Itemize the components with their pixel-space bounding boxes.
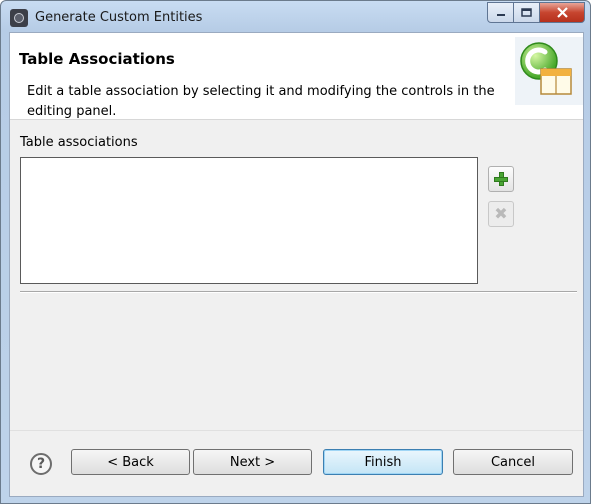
- remove-icon: ✖: [494, 204, 508, 223]
- table-associations-list[interactable]: [20, 157, 478, 284]
- page-description: Edit a table association by selecting it…: [27, 84, 495, 119]
- help-icon[interactable]: ?: [30, 453, 52, 475]
- cancel-button[interactable]: Cancel: [453, 449, 573, 475]
- add-icon: [494, 172, 508, 186]
- separator: [20, 291, 577, 293]
- next-button[interactable]: Next >: [193, 449, 312, 475]
- dialog-body: Table Associations Edit a table associat…: [9, 32, 584, 497]
- minimize-button[interactable]: [487, 2, 514, 23]
- minimize-icon: [496, 13, 505, 16]
- wizard-header: Table Associations Edit a table associat…: [10, 33, 583, 120]
- close-icon: [556, 7, 568, 18]
- title-bar[interactable]: Generate Custom Entities: [1, 1, 590, 35]
- finish-button[interactable]: Finish: [323, 449, 443, 475]
- footer-separator: [10, 430, 583, 431]
- remove-association-button[interactable]: ✖: [488, 201, 514, 227]
- caption-buttons: [487, 2, 585, 23]
- maximize-button[interactable]: [514, 2, 540, 23]
- custom-entities-wizard-icon: [515, 37, 583, 105]
- table-associations-label: Table associations: [20, 135, 138, 150]
- back-button[interactable]: < Back: [71, 449, 190, 475]
- window-title: Generate Custom Entities: [35, 10, 203, 25]
- maximize-icon: [521, 8, 532, 17]
- eclipse-app-icon: [10, 9, 28, 27]
- dialog-window: Generate Custom Entities Table Associati…: [0, 0, 591, 504]
- close-button[interactable]: [540, 2, 585, 23]
- page-title: Table Associations: [19, 50, 175, 68]
- add-association-button[interactable]: [488, 166, 514, 192]
